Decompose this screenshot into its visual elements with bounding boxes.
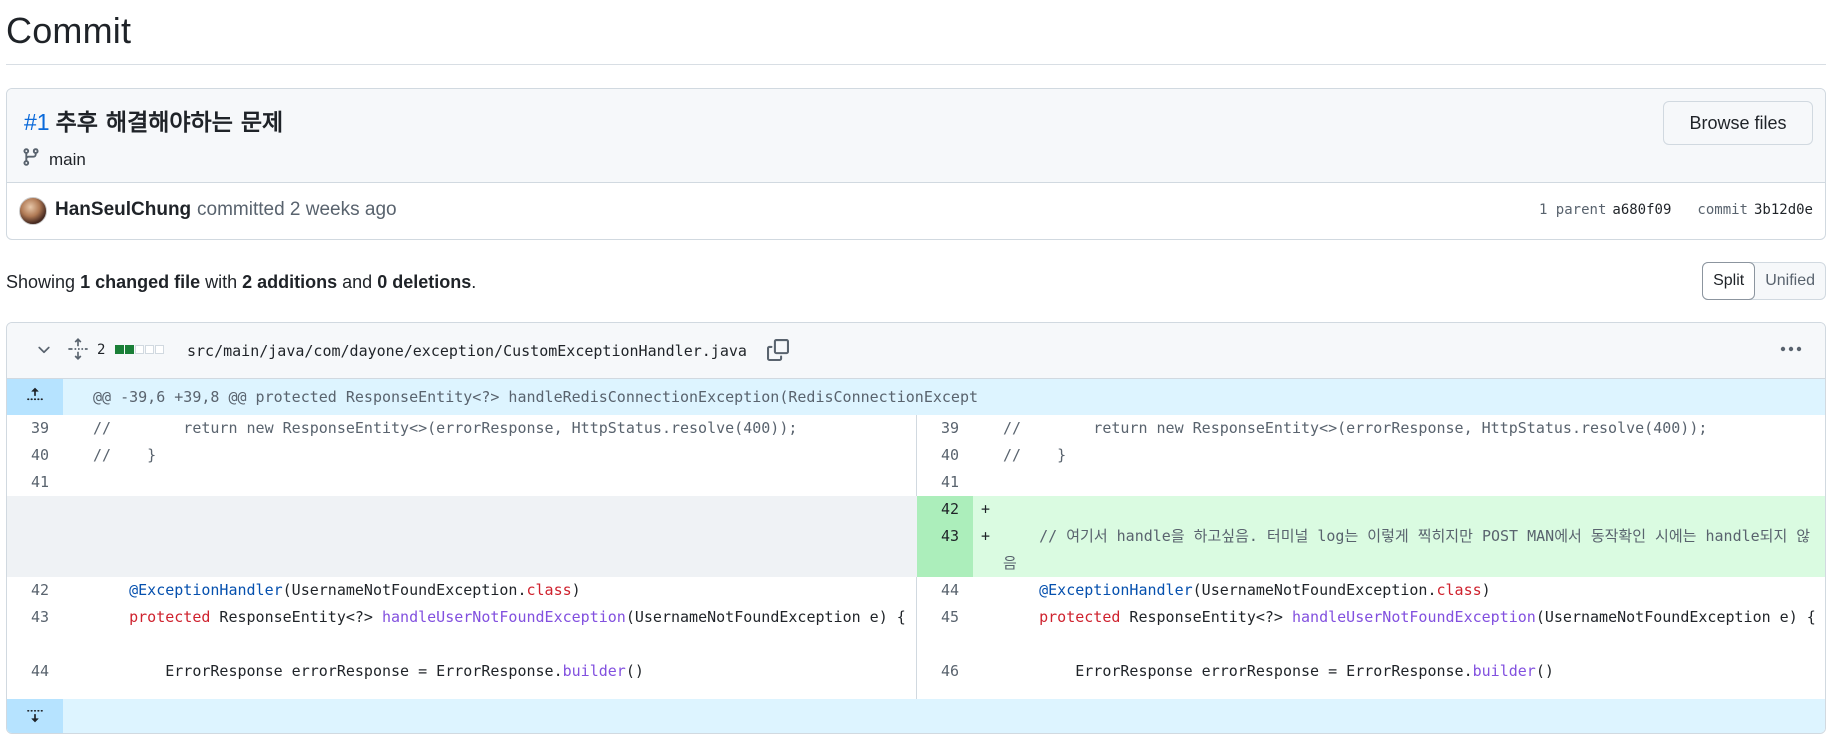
file-path-link[interactable]: src/main/java/com/dayone/exception/Custo…: [187, 342, 747, 360]
diff-line: 42 @ExceptionHandler(UsernameNotFoundExc…: [7, 577, 917, 604]
diff-line: 41: [7, 469, 917, 496]
parent-label: 1 parent: [1538, 202, 1607, 218]
file-header: 2 src/main/java/com/dayone/exception/Cus…: [7, 323, 1825, 379]
branch-label[interactable]: main: [21, 147, 86, 172]
added-line: 42 +: [917, 496, 1825, 523]
diff-line: 45 protected ResponseEntity<?> handleUse…: [917, 604, 1825, 658]
code-line: // }: [93, 446, 157, 464]
diff-summary: Showing 1 changed file with 2 additions …: [6, 272, 476, 293]
author-link[interactable]: HanSeulChung: [55, 199, 191, 221]
commit-card: #1 추후 해결해야하는 문제 main Browse files HanSeul…: [6, 88, 1826, 240]
line-number[interactable]: 43: [917, 523, 973, 577]
hunk-header: @@ -39,6 +39,8 @@ protected ResponseEnti…: [7, 379, 1825, 415]
commit-header: #1 추후 해결해야하는 문제 main Browse files: [7, 89, 1825, 183]
line-number[interactable]: 42: [917, 496, 973, 523]
summary-prefix: Showing: [6, 272, 81, 292]
diff-right-side: 39 // return new ResponseEntity<>(errorR…: [917, 415, 1825, 699]
diff-view-toggle: Split Unified: [1702, 262, 1826, 300]
split-view-button[interactable]: Split: [1702, 262, 1756, 300]
page-title: Commit: [6, 10, 132, 51]
diff-left-side: 39 // return new ResponseEntity<>(errorR…: [7, 415, 917, 699]
expand-down-button[interactable]: [7, 699, 63, 733]
title-divider: [6, 64, 1826, 65]
chevron-down-icon[interactable]: [35, 341, 53, 359]
line-number[interactable]: 40: [917, 442, 973, 469]
diff-line: 39 // return new ResponseEntity<>(errorR…: [7, 415, 917, 442]
browse-files-button[interactable]: Browse files: [1663, 101, 1813, 145]
line-number[interactable]: 42: [7, 577, 63, 604]
summary-and: and: [337, 272, 378, 292]
diffstat-neutral: [145, 345, 154, 354]
commit-sha-info: 1 parent a680f09 commit 3b12d0e: [1539, 202, 1813, 218]
line-number[interactable]: 39: [917, 415, 973, 442]
code-line: // return new ResponseEntity<>(errorResp…: [1003, 419, 1708, 437]
code-line: protected ResponseEntity<?> handleUserNo…: [1039, 608, 1816, 626]
line-number[interactable]: 41: [917, 469, 973, 496]
kebab-horizontal-icon[interactable]: [1779, 339, 1803, 359]
commit-label: commit: [1697, 202, 1748, 218]
diff-body: 39 // return new ResponseEntity<>(errorR…: [7, 415, 1825, 699]
diff-line: 46 ErrorResponse errorResponse = ErrorRe…: [917, 658, 1825, 685]
line-number[interactable]: 40: [7, 442, 63, 469]
line-number[interactable]: 45: [917, 604, 973, 658]
expand-bottom-row: [7, 699, 1825, 733]
code-line: // return new ResponseEntity<>(errorResp…: [93, 419, 798, 437]
commit-title: #1 추후 해결해야하는 문제: [24, 103, 283, 137]
code-line: ErrorResponse errorResponse = ErrorRespo…: [93, 662, 644, 680]
line-number[interactable]: 43: [7, 604, 63, 658]
diff-line: 40 // }: [7, 442, 917, 469]
diff-line: 40 // }: [917, 442, 1825, 469]
code-line: protected ResponseEntity<?> handleUserNo…: [129, 608, 906, 626]
expand-up-button[interactable]: [7, 379, 63, 415]
code-line: // }: [1003, 446, 1067, 464]
expand-all-icon[interactable]: [67, 337, 89, 361]
branch-name: main: [49, 149, 86, 169]
commit-message: 추후 해결해야하는 문제: [55, 110, 284, 136]
diffstat-neutral: [155, 345, 164, 354]
diffstat-neutral: [135, 345, 144, 354]
line-number[interactable]: 46: [917, 658, 973, 685]
diffstat-add: [125, 345, 134, 354]
additions-count: 2 additions: [242, 272, 338, 292]
summary-with: with: [200, 272, 243, 292]
committed-time: committed 2 weeks ago: [197, 199, 397, 220]
copy-icon[interactable]: [767, 339, 789, 361]
deletions-count: 0 deletions: [377, 272, 472, 292]
changed-files-count: 1 changed file: [80, 272, 201, 292]
added-line: 43 + // 여기서 handle을 하고싶음. 터미널 log는 이렇게 찍…: [917, 523, 1825, 577]
code-line: ErrorResponse errorResponse = ErrorRespo…: [1003, 662, 1554, 680]
code-line: @ExceptionHandler(UsernameNotFoundExcept…: [1039, 581, 1491, 599]
line-number[interactable]: 44: [7, 658, 63, 685]
diff-line: 44 ErrorResponse errorResponse = ErrorRe…: [7, 658, 917, 685]
code-line: @ExceptionHandler(UsernameNotFoundExcept…: [129, 581, 581, 599]
hunk-header-text: @@ -39,6 +39,8 @@ protected ResponseEnti…: [93, 388, 979, 406]
file-change-count: 2: [97, 342, 106, 358]
code-line: // 여기서 handle을 하고싶음. 터미널 log는 이렇게 찍히지만 P…: [1003, 527, 1811, 572]
commit-meta: HanSeulChung committed 2 weeks ago 1 par…: [7, 183, 1825, 239]
empty-line-placeholder: [7, 496, 917, 577]
commit-sha: 3b12d0e: [1753, 202, 1813, 218]
line-number[interactable]: 44: [917, 577, 973, 604]
diff-line: 41: [917, 469, 1825, 496]
line-number[interactable]: 39: [7, 415, 63, 442]
diff-line: 44 @ExceptionHandler(UsernameNotFoundExc…: [917, 577, 1825, 604]
diffstat-bars: [115, 345, 164, 354]
commit-number-link[interactable]: #1: [24, 109, 50, 135]
parent-sha-link[interactable]: a680f09: [1612, 202, 1671, 218]
line-number[interactable]: 41: [7, 469, 63, 496]
diff-line: 39 // return new ResponseEntity<>(errorR…: [917, 415, 1825, 442]
fold-up-icon: [26, 386, 44, 409]
unified-view-button[interactable]: Unified: [1755, 263, 1825, 299]
diff-line: 43 protected ResponseEntity<?> handleUse…: [7, 604, 917, 658]
diff-file: 2 src/main/java/com/dayone/exception/Cus…: [6, 322, 1826, 734]
git-branch-icon: [21, 147, 41, 172]
avatar[interactable]: [19, 197, 47, 225]
summary-suffix: .: [471, 272, 477, 292]
addition-marker: +: [981, 500, 991, 518]
addition-marker: +: [981, 527, 991, 545]
fold-down-icon: [26, 706, 44, 729]
diffstat-add: [115, 345, 124, 354]
